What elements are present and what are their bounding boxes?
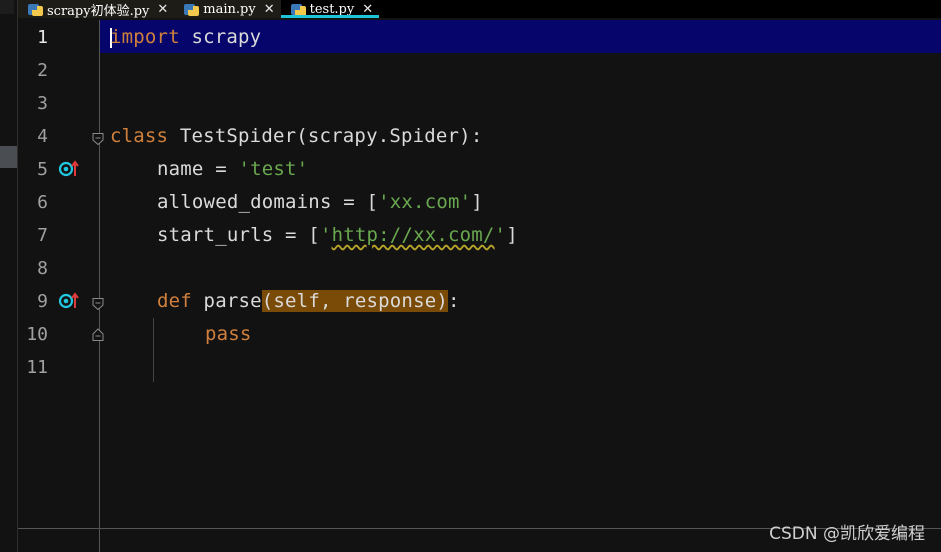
code-text: TestSpider(scrapy.Spider): <box>168 125 483 147</box>
python-file-icon <box>184 3 200 16</box>
python-file-icon <box>290 3 306 16</box>
line-number: 3 <box>37 93 48 114</box>
fold-icon[interactable] <box>92 130 104 146</box>
line-number: 6 <box>37 192 48 213</box>
tab-label: scrapy初体验.py <box>47 3 150 19</box>
watermark: CSDN @凯欣爱编程 <box>769 524 925 544</box>
code-line-6[interactable]: allowed_domains = ['xx.com'] <box>157 191 483 213</box>
code-line-1[interactable]: import scrapy <box>110 26 261 48</box>
overrides-icon[interactable] <box>58 159 82 179</box>
code-text: name = <box>157 158 239 180</box>
tool-window-button[interactable] <box>0 146 17 168</box>
code-line-4[interactable]: class TestSpider(scrapy.Spider): <box>110 125 482 147</box>
keyword: class <box>110 125 169 147</box>
line-number: 9 <box>37 291 48 312</box>
code-text: scrapy <box>179 26 262 48</box>
function-name: parse <box>191 290 262 312</box>
keyword: def <box>157 290 192 312</box>
line-number: 5 <box>37 159 48 180</box>
code-line-10[interactable]: pass <box>205 323 252 345</box>
code-line-9[interactable]: def parse(self, response): <box>157 290 460 312</box>
string-literal: ' <box>494 224 507 246</box>
line-number: 11 <box>26 357 48 378</box>
tool-window-button[interactable] <box>0 0 14 14</box>
line-number: 7 <box>37 225 48 246</box>
line-number: 8 <box>37 258 48 279</box>
string-literal: ' <box>319 224 332 246</box>
keyword: pass <box>205 323 252 345</box>
editor-tab-bar: scrapy初体验.py ✕ main.py ✕ test.py ✕ <box>18 0 941 19</box>
keyword: import <box>110 26 180 48</box>
overrides-icon[interactable] <box>58 291 82 311</box>
close-icon[interactable]: ✕ <box>264 2 275 17</box>
code-text: : <box>448 290 460 312</box>
close-icon[interactable]: ✕ <box>157 2 168 17</box>
code-text: ] <box>471 191 483 213</box>
tab-label: test.py <box>309 1 355 17</box>
tab-label: main.py <box>203 1 256 17</box>
line-number: 2 <box>37 60 48 81</box>
string-literal: 'test' <box>238 158 309 180</box>
tab-scrapy-intro[interactable]: scrapy初体验.py ✕ <box>18 0 175 19</box>
highlighted-parameters: (self, response) <box>261 290 448 312</box>
indent-guide <box>153 318 154 382</box>
fold-end-icon[interactable] <box>92 326 104 341</box>
tool-window-strip <box>0 0 18 552</box>
code-line-5[interactable]: name = 'test' <box>157 158 308 180</box>
code-text: start_urls = [ <box>157 224 320 246</box>
url-literal: http://xx.com/ <box>331 224 495 246</box>
tab-test[interactable]: test.py ✕ <box>280 0 380 18</box>
line-number: 10 <box>26 324 48 345</box>
string-literal: 'xx.com' <box>378 191 472 213</box>
python-file-icon <box>28 3 43 16</box>
code-line-7[interactable]: start_urls = ['http://xx.com/'] <box>157 224 518 246</box>
fold-icon[interactable] <box>92 295 104 311</box>
line-number: 4 <box>37 126 48 147</box>
code-text: allowed_domains = [ <box>157 191 379 213</box>
code-text: ] <box>506 224 518 246</box>
line-number: 1 <box>37 27 48 48</box>
close-icon[interactable]: ✕ <box>362 2 373 17</box>
tab-main[interactable]: main.py ✕ <box>174 0 281 18</box>
